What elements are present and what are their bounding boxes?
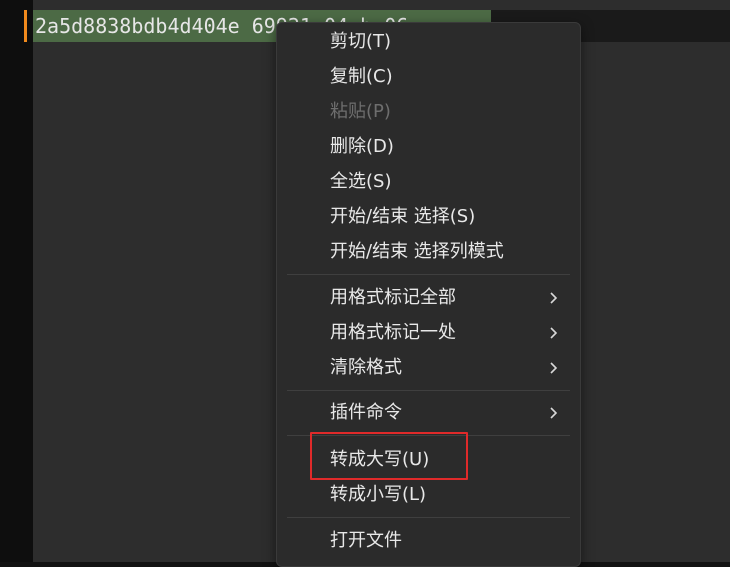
menu-item-column-mode[interactable]: 开始/结束 选择列模式	[277, 235, 580, 269]
menu-separator	[287, 274, 570, 275]
menu-item-label: 插件命令	[330, 402, 402, 423]
line-gutter	[0, 0, 33, 562]
menu-item-label: 复制(C)	[330, 66, 393, 87]
menu-item-clear-style[interactable]: 清除格式	[277, 351, 580, 385]
chevron-right-icon	[550, 396, 562, 430]
context-menu: 剪切(T) 复制(C) 粘贴(P) 删除(D) 全选(S) 开始/结束 选择(S…	[276, 22, 581, 567]
menu-item-toggle-selection[interactable]: 开始/结束 选择(S)	[277, 200, 580, 234]
menu-item-label: 剪切(T)	[330, 31, 392, 52]
menu-item-label: 粘贴(P)	[330, 101, 391, 122]
menu-item-label: 用格式标记全部	[330, 287, 456, 308]
menu-item-label: 打开文件	[330, 530, 402, 551]
menu-item-label: 全选(S)	[330, 171, 392, 192]
current-line-marker	[24, 10, 27, 42]
menu-item-label: 开始/结束 选择列模式	[330, 241, 504, 262]
menu-item-label: 转成小写(L)	[330, 484, 427, 505]
menu-item-mark-all-style[interactable]: 用格式标记全部	[277, 281, 580, 315]
menu-item-label: 开始/结束 选择(S)	[330, 206, 476, 227]
menu-separator	[287, 517, 570, 518]
menu-item-copy[interactable]: 复制(C)	[277, 60, 580, 94]
chevron-right-icon	[550, 281, 562, 315]
menu-separator	[287, 390, 570, 391]
menu-item-delete[interactable]: 删除(D)	[277, 130, 580, 164]
menu-item-label: 删除(D)	[330, 136, 394, 157]
menu-item-paste: 粘贴(P)	[277, 95, 580, 129]
chevron-right-icon	[550, 351, 562, 385]
menu-item-label: 用格式标记一处	[330, 322, 456, 343]
menu-item-cut[interactable]: 剪切(T)	[277, 25, 580, 59]
menu-item-plugin-commands[interactable]: 插件命令	[277, 396, 580, 430]
menu-item-label: 清除格式	[330, 357, 402, 378]
chevron-right-icon	[550, 316, 562, 350]
menu-item-mark-one-style[interactable]: 用格式标记一处	[277, 316, 580, 350]
menu-item-lowercase[interactable]: 转成小写(L)	[277, 478, 580, 512]
menu-item-open-file[interactable]: 打开文件	[277, 524, 580, 558]
annotation-highlight-box	[310, 432, 468, 480]
menu-item-select-all[interactable]: 全选(S)	[277, 165, 580, 199]
